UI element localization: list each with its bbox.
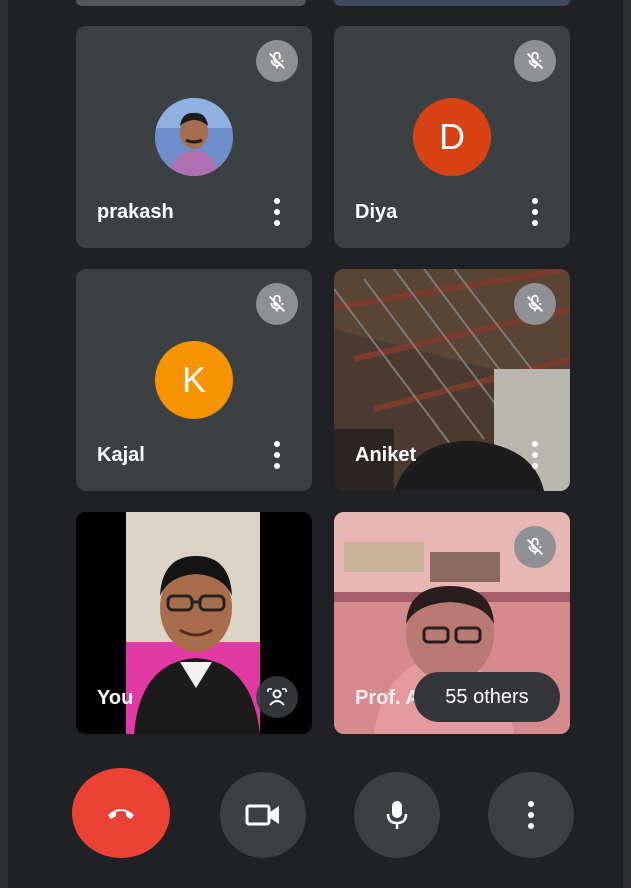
- others-count-badge[interactable]: 55 others: [414, 672, 560, 722]
- mic-off-icon: [514, 526, 556, 568]
- participant-tile-prakash[interactable]: prakash: [76, 26, 312, 248]
- avatar-initial: K: [155, 341, 233, 419]
- participant-name: You: [97, 687, 134, 709]
- videocam-icon: [245, 804, 279, 826]
- participant-tile-you[interactable]: You: [76, 512, 312, 734]
- end-call-button[interactable]: [72, 768, 170, 858]
- microphone-toggle-button[interactable]: [354, 772, 440, 858]
- participant-name: Aniket: [355, 444, 417, 466]
- more-options-button[interactable]: [488, 772, 574, 858]
- previous-tile-edge: [76, 0, 306, 6]
- mic-off-icon: [256, 40, 298, 82]
- participant-name: Diya: [355, 201, 398, 223]
- more-vert-icon[interactable]: [530, 441, 540, 469]
- mic-off-icon: [514, 40, 556, 82]
- participant-tile-kajal[interactable]: K Kajal: [76, 269, 312, 491]
- camera-toggle-button[interactable]: [220, 772, 306, 858]
- previous-tile-edge: [334, 0, 570, 6]
- more-vert-icon[interactable]: [272, 198, 282, 226]
- mic-icon: [386, 801, 408, 829]
- participant-name: prakash: [97, 201, 174, 223]
- mic-off-icon: [514, 283, 556, 325]
- more-vert-icon[interactable]: [272, 441, 282, 469]
- participant-tile-diya[interactable]: D Diya: [334, 26, 570, 248]
- more-vert-icon[interactable]: [530, 198, 540, 226]
- participant-tile-aniket[interactable]: Aniket: [334, 269, 570, 491]
- mic-off-icon: [256, 283, 298, 325]
- avatar-initial: D: [413, 98, 491, 176]
- participant-name: Kajal: [97, 444, 145, 466]
- more-vert-icon: [528, 801, 534, 829]
- frame-left: [0, 0, 8, 888]
- participant-name: Prof. A: [355, 687, 420, 709]
- avatar-photo: [155, 98, 233, 176]
- frame-right: [623, 0, 631, 888]
- call-end-icon: [108, 809, 134, 819]
- background-effects-icon[interactable]: [256, 676, 298, 718]
